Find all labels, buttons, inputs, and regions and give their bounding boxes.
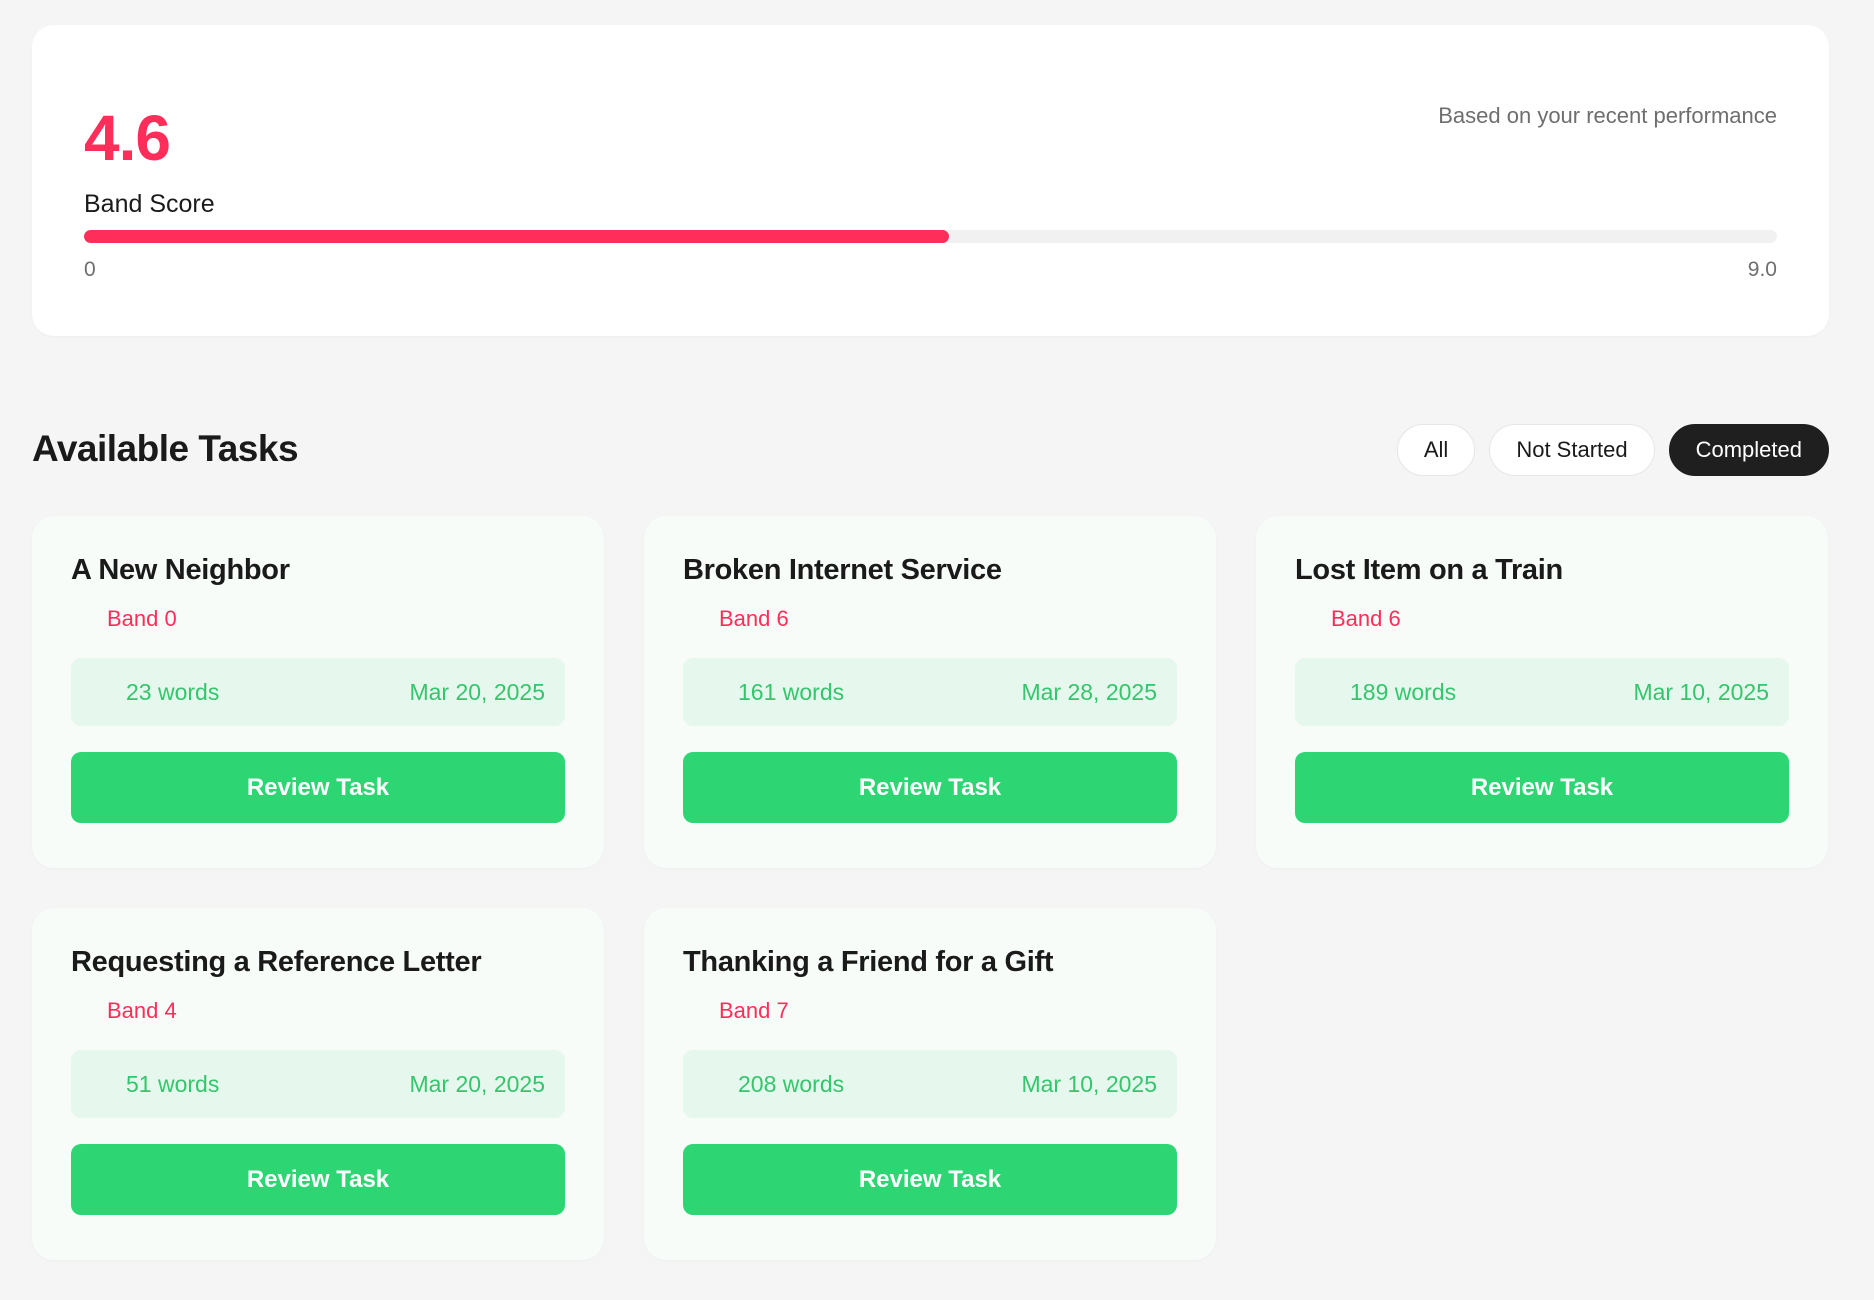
- progress-min-label: 0: [84, 258, 96, 281]
- review-task-button[interactable]: Review Task: [71, 752, 565, 823]
- task-word-count: 208 words: [738, 1070, 845, 1097]
- task-card: A New Neighbor Band 0 23 words Mar 20, 2…: [32, 516, 604, 868]
- band-score-progress-fill: [84, 230, 950, 243]
- task-card: Lost Item on a Train Band 6 189 words Ma…: [1256, 516, 1828, 868]
- task-meta: 23 words Mar 20, 2025: [71, 658, 565, 726]
- performance-note: Based on your recent performance: [1438, 103, 1777, 128]
- filter-not-started-button[interactable]: Not Started: [1489, 424, 1655, 476]
- task-date: Mar 10, 2025: [1633, 678, 1769, 705]
- progress-max-label: 9.0: [1747, 258, 1777, 281]
- task-date: Mar 28, 2025: [1021, 678, 1157, 705]
- task-band-badge: Band 0: [107, 606, 177, 631]
- tasks-header: Available Tasks All Not Started Complete…: [32, 424, 1829, 476]
- task-title: Requesting a Reference Letter: [71, 946, 482, 978]
- review-task-button[interactable]: Review Task: [683, 1144, 1177, 1215]
- task-filter-group: All Not Started Completed: [1396, 424, 1829, 476]
- task-date: Mar 10, 2025: [1021, 1070, 1157, 1097]
- task-title: A New Neighbor: [71, 554, 290, 586]
- section-title: Available Tasks: [32, 428, 299, 469]
- task-title: Thanking a Friend for a Gift: [683, 946, 1054, 978]
- review-task-button[interactable]: Review Task: [71, 1144, 565, 1215]
- band-score-label: Band Score: [84, 190, 215, 218]
- filter-completed-button[interactable]: Completed: [1668, 424, 1829, 476]
- task-title: Lost Item on a Train: [1295, 554, 1563, 586]
- page: 4.6 Band Score Based on your recent perf…: [0, 0, 1874, 1300]
- task-word-count: 189 words: [1350, 678, 1457, 705]
- filter-all-button[interactable]: All: [1396, 424, 1476, 476]
- task-band-badge: Band 4: [107, 998, 177, 1023]
- task-meta: 208 words Mar 10, 2025: [683, 1050, 1177, 1118]
- task-band-badge: Band 6: [1331, 606, 1401, 631]
- band-score-card: 4.6 Band Score Based on your recent perf…: [32, 25, 1829, 336]
- review-task-button[interactable]: Review Task: [683, 752, 1177, 823]
- task-card: Requesting a Reference Letter Band 4 51 …: [32, 908, 604, 1260]
- task-title: Broken Internet Service: [683, 554, 1002, 586]
- task-band-badge: Band 6: [719, 606, 789, 631]
- task-date: Mar 20, 2025: [409, 1070, 545, 1097]
- task-grid: A New Neighbor Band 0 23 words Mar 20, 2…: [32, 516, 1829, 1260]
- task-meta: 51 words Mar 20, 2025: [71, 1050, 565, 1118]
- review-task-button[interactable]: Review Task: [1295, 752, 1789, 823]
- task-word-count: 51 words: [126, 1070, 220, 1097]
- task-meta: 189 words Mar 10, 2025: [1295, 658, 1789, 726]
- band-score-progress-bar: [84, 230, 1777, 243]
- task-card: Thanking a Friend for a Gift Band 7 208 …: [644, 908, 1216, 1260]
- task-word-count: 161 words: [738, 678, 845, 705]
- task-date: Mar 20, 2025: [409, 678, 545, 705]
- task-card: Broken Internet Service Band 6 161 words…: [644, 516, 1216, 868]
- task-band-badge: Band 7: [719, 998, 789, 1023]
- task-word-count: 23 words: [126, 678, 220, 705]
- task-meta: 161 words Mar 28, 2025: [683, 658, 1177, 726]
